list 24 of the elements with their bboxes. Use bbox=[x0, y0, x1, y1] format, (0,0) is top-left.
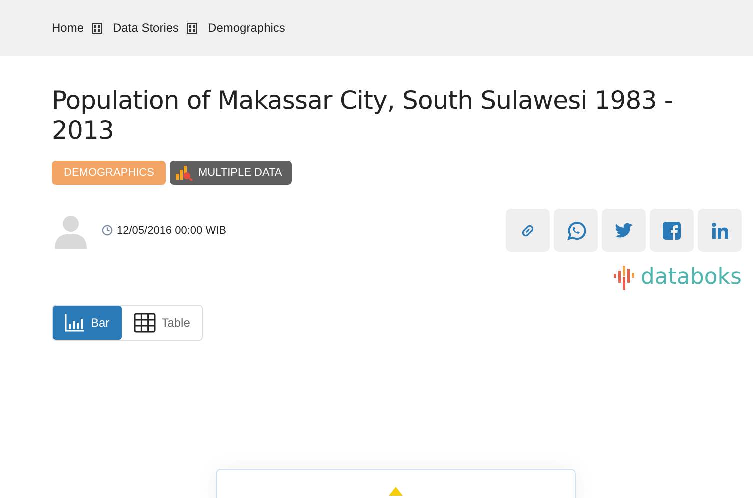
clock-icon bbox=[102, 225, 113, 236]
page-title: Population of Makassar City, South Sulawesi 1983 - 2013 bbox=[52, 86, 674, 146]
publish-date: 12/05/2016 00:00 WIB bbox=[117, 224, 226, 236]
marker-icon bbox=[389, 487, 403, 496]
bar-chart-icon bbox=[65, 314, 85, 332]
link-share-button[interactable] bbox=[506, 209, 550, 252]
link-icon bbox=[520, 222, 536, 238]
bar-view-tab[interactable]: Bar bbox=[53, 306, 122, 340]
linkedin-icon bbox=[712, 222, 728, 238]
breadcrumb-link[interactable]: Demographics bbox=[208, 21, 286, 35]
facebook-icon bbox=[663, 222, 681, 240]
chart-magnifier-icon bbox=[176, 165, 194, 181]
multiple-data-tag[interactable]: MULTIPLE DATA bbox=[170, 161, 292, 185]
whatsapp-icon bbox=[566, 220, 586, 240]
linkedin-share-button[interactable] bbox=[698, 209, 742, 252]
breadcrumb-link[interactable]: Home bbox=[52, 21, 84, 35]
facebook-share-button[interactable] bbox=[650, 209, 694, 252]
breadcrumb-link[interactable]: Data Stories bbox=[113, 21, 180, 35]
bird-icon bbox=[615, 223, 633, 238]
separator-icon bbox=[92, 22, 102, 34]
table-grid-icon bbox=[134, 313, 156, 333]
whatsapp-share-button[interactable] bbox=[554, 209, 598, 252]
twitter-share-button[interactable] bbox=[602, 209, 646, 252]
separator-icon bbox=[187, 22, 198, 34]
